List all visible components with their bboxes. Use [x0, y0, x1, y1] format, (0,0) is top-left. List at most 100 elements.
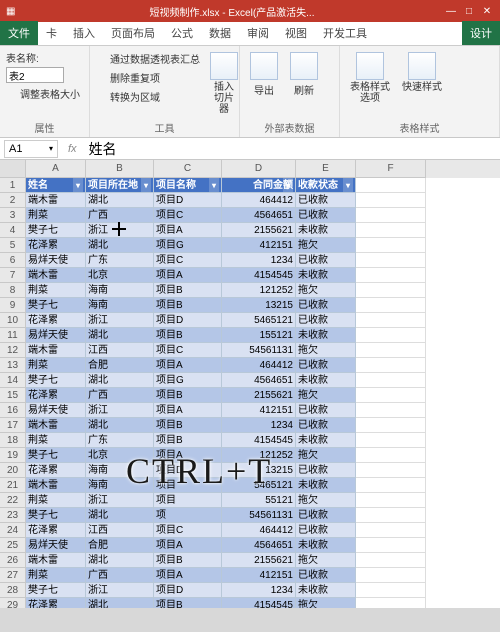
cell[interactable]: 项目D: [154, 583, 222, 598]
cell[interactable]: 拖欠: [296, 238, 356, 253]
cell[interactable]: 412151: [222, 238, 296, 253]
cell[interactable]: 13215: [222, 463, 296, 478]
tab-formula[interactable]: 公式: [163, 21, 201, 45]
cell[interactable]: 项目B: [154, 388, 222, 403]
cell[interactable]: 广西: [86, 388, 154, 403]
row-number[interactable]: 13: [0, 358, 26, 373]
tab-file[interactable]: 文件: [0, 21, 38, 45]
row-number[interactable]: 1: [0, 178, 26, 193]
col-header-e[interactable]: E: [296, 160, 356, 178]
row-number[interactable]: 18: [0, 433, 26, 448]
cell[interactable]: 荆菜: [26, 358, 86, 373]
cell[interactable]: 海南: [86, 463, 154, 478]
cell[interactable]: 广东: [86, 253, 154, 268]
row-number[interactable]: 23: [0, 508, 26, 523]
cell[interactable]: 已收款: [296, 208, 356, 223]
cell[interactable]: 项: [154, 508, 222, 523]
cell[interactable]: 4154545: [222, 433, 296, 448]
col-header-d[interactable]: D: [222, 160, 296, 178]
cell[interactable]: 荆菜: [26, 208, 86, 223]
cell[interactable]: 1234: [222, 583, 296, 598]
row-number[interactable]: 11: [0, 328, 26, 343]
row-number[interactable]: 5: [0, 238, 26, 253]
cell[interactable]: 浙江: [86, 403, 154, 418]
cell[interactable]: 端木雷: [26, 343, 86, 358]
cell[interactable]: 荆菜: [26, 433, 86, 448]
cell[interactable]: 项目A: [154, 568, 222, 583]
row-number[interactable]: 4: [0, 223, 26, 238]
table-header-cell[interactable]: 合同金额: [222, 178, 296, 193]
cell[interactable]: 浙江: [86, 223, 154, 238]
cell[interactable]: 5465121: [222, 313, 296, 328]
cell[interactable]: 项目D: [154, 463, 222, 478]
cell[interactable]: 项目B: [154, 433, 222, 448]
cell[interactable]: 拖欠: [296, 283, 356, 298]
quick-style-button[interactable]: 快速样式: [398, 50, 446, 106]
cell[interactable]: 端木雷: [26, 193, 86, 208]
row-number[interactable]: 12: [0, 343, 26, 358]
convert-range-button[interactable]: 转换为区域: [96, 88, 200, 105]
cell[interactable]: 2155621: [222, 553, 296, 568]
cell[interactable]: 浙江: [86, 493, 154, 508]
row-number[interactable]: 25: [0, 538, 26, 553]
cell[interactable]: 项目B: [154, 283, 222, 298]
cell[interactable]: 121252: [222, 448, 296, 463]
tab-dev[interactable]: 开发工具: [315, 21, 375, 45]
cell[interactable]: 已收款: [296, 193, 356, 208]
pivot-button[interactable]: 通过数据透视表汇总: [96, 50, 200, 67]
cell[interactable]: 项目: [154, 493, 222, 508]
col-header-c[interactable]: C: [154, 160, 222, 178]
cell[interactable]: 已收款: [296, 313, 356, 328]
cell[interactable]: 155121: [222, 328, 296, 343]
maximize-button[interactable]: □: [462, 6, 476, 17]
cell[interactable]: 浙江: [86, 313, 154, 328]
cell[interactable]: 湖北: [86, 418, 154, 433]
tab-design[interactable]: 设计: [462, 21, 500, 45]
cell[interactable]: 412151: [222, 403, 296, 418]
cell[interactable]: 荆菜: [26, 493, 86, 508]
cell[interactable]: 花泽累: [26, 238, 86, 253]
table-header-cell[interactable]: 收款状态: [296, 178, 356, 193]
table-name-input[interactable]: [6, 67, 64, 83]
resize-table-button[interactable]: 调整表格大小: [6, 85, 83, 102]
cell[interactable]: 项目A: [154, 268, 222, 283]
row-number[interactable]: 10: [0, 313, 26, 328]
row-number[interactable]: 3: [0, 208, 26, 223]
row-number[interactable]: 19: [0, 448, 26, 463]
select-all-corner[interactable]: [0, 160, 26, 178]
cell[interactable]: 荆菜: [26, 568, 86, 583]
cell[interactable]: 浙江: [86, 583, 154, 598]
cell[interactable]: 湖北: [86, 508, 154, 523]
cell[interactable]: 5465121: [222, 478, 296, 493]
cell[interactable]: 花泽累: [26, 598, 86, 608]
cell[interactable]: 项目C: [154, 208, 222, 223]
tab-review[interactable]: 审阅: [239, 21, 277, 45]
cell[interactable]: 项目B: [154, 553, 222, 568]
cell[interactable]: 拖欠: [296, 448, 356, 463]
cell[interactable]: 项目G: [154, 238, 222, 253]
col-header-b[interactable]: B: [86, 160, 154, 178]
fx-icon[interactable]: fx: [62, 143, 83, 155]
row-number[interactable]: 15: [0, 388, 26, 403]
cell[interactable]: 项目G: [154, 373, 222, 388]
cell[interactable]: 湖北: [86, 553, 154, 568]
row-number[interactable]: 9: [0, 298, 26, 313]
cell[interactable]: 项目A: [154, 403, 222, 418]
row-number[interactable]: 26: [0, 553, 26, 568]
dedupe-button[interactable]: 删除重复项: [96, 69, 200, 86]
cell[interactable]: 易烊天使: [26, 403, 86, 418]
cell[interactable]: 樊子七: [26, 223, 86, 238]
cell[interactable]: 54561131: [222, 508, 296, 523]
refresh-button[interactable]: 刷新: [286, 50, 322, 99]
cell[interactable]: 13215: [222, 298, 296, 313]
row-number[interactable]: 2: [0, 193, 26, 208]
row-number[interactable]: 17: [0, 418, 26, 433]
cell[interactable]: 江西: [86, 523, 154, 538]
cell[interactable]: 2155621: [222, 388, 296, 403]
cell[interactable]: 拖欠: [296, 493, 356, 508]
cell[interactable]: 项目B: [154, 298, 222, 313]
cell[interactable]: 4154545: [222, 598, 296, 608]
cell[interactable]: 项目C: [154, 253, 222, 268]
cell[interactable]: 端木雷: [26, 268, 86, 283]
row-number[interactable]: 29: [0, 598, 26, 608]
